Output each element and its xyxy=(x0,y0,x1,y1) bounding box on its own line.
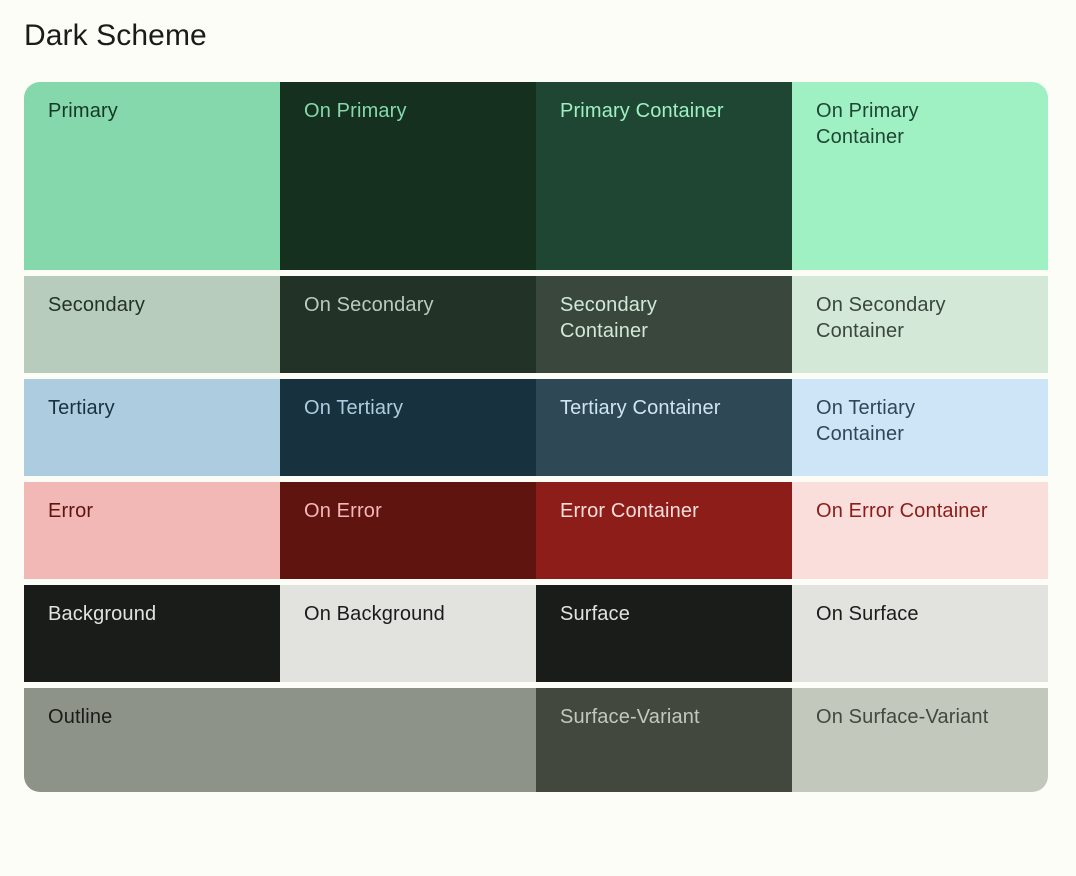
swatch-background[interactable]: Background xyxy=(24,585,280,682)
swatch-label: Tertiary Container xyxy=(560,397,721,419)
swatch-label: Secondary Container xyxy=(560,294,657,342)
scheme-row: Background On Background Surface On Surface xyxy=(24,585,1048,682)
swatch-tertiary-container[interactable]: Tertiary Container xyxy=(536,379,792,476)
swatch-on-primary[interactable]: On Primary xyxy=(280,82,536,270)
swatch-on-error[interactable]: On Error xyxy=(280,482,536,579)
swatch-label: On Primary xyxy=(304,100,407,122)
swatch-label: On Primary Container xyxy=(816,100,919,148)
swatch-surface[interactable]: Surface xyxy=(536,585,792,682)
swatch-on-tertiary-container[interactable]: On Tertiary Container xyxy=(792,379,1048,476)
swatch-label: On Surface-Variant xyxy=(816,706,989,728)
swatch-label: On Secondary xyxy=(304,294,434,316)
swatch-label: On Error Container xyxy=(816,500,988,522)
swatch-label: Surface xyxy=(560,603,630,625)
swatch-label: Secondary xyxy=(48,294,145,316)
scheme-row: Tertiary On Tertiary Tertiary Container On … xyxy=(24,379,1048,476)
swatch-label: Primary xyxy=(48,100,118,122)
swatch-label: Tertiary xyxy=(48,397,115,419)
swatch-label: Surface-Variant xyxy=(560,706,700,728)
swatch-label: Background xyxy=(48,603,157,625)
swatch-label: On Error xyxy=(304,500,382,522)
swatch-on-secondary-container[interactable]: On Secondary Container xyxy=(792,276,1048,373)
color-scheme-page: Dark Scheme Primary On Primary Primary Con… xyxy=(0,0,1076,876)
swatch-on-primary-container[interactable]: On Primary Container xyxy=(792,82,1048,270)
swatch-label: On Surface xyxy=(816,603,919,625)
swatch-label: On Background xyxy=(304,603,445,625)
color-scheme-card: Primary On Primary Primary Container On Pri… xyxy=(24,82,1048,792)
swatch-error[interactable]: Error xyxy=(24,482,280,579)
scheme-row: Outline Surface-Variant On Surface-Variant xyxy=(24,688,1048,792)
swatch-on-background[interactable]: On Background xyxy=(280,585,536,682)
swatch-outline[interactable]: Outline xyxy=(24,688,536,792)
swatch-label: On Secondary Container xyxy=(816,294,946,342)
scheme-row: Secondary On Secondary Secondary Container… xyxy=(24,276,1048,373)
swatch-secondary[interactable]: Secondary xyxy=(24,276,280,373)
swatch-label: On Tertiary Container xyxy=(816,397,916,445)
swatch-label: Error xyxy=(48,500,94,522)
swatch-primary-container[interactable]: Primary Container xyxy=(536,82,792,270)
scheme-row: Error On Error Error Container On Error Con… xyxy=(24,482,1048,579)
swatch-surface-variant[interactable]: Surface-Variant xyxy=(536,688,792,792)
swatch-primary[interactable]: Primary xyxy=(24,82,280,270)
swatch-label: On Tertiary xyxy=(304,397,404,419)
swatch-error-container[interactable]: Error Container xyxy=(536,482,792,579)
page-title: Dark Scheme xyxy=(24,19,207,52)
swatch-label: Error Container xyxy=(560,500,699,522)
swatch-label: Outline xyxy=(48,706,113,728)
swatch-tertiary[interactable]: Tertiary xyxy=(24,379,280,476)
swatch-label: Primary Container xyxy=(560,100,724,122)
swatch-on-error-container[interactable]: On Error Container xyxy=(792,482,1048,579)
swatch-on-surface-variant[interactable]: On Surface-Variant xyxy=(792,688,1048,792)
swatch-on-tertiary[interactable]: On Tertiary xyxy=(280,379,536,476)
scheme-row: Primary On Primary Primary Container On Pri… xyxy=(24,82,1048,270)
swatch-secondary-container[interactable]: Secondary Container xyxy=(536,276,792,373)
swatch-on-surface[interactable]: On Surface xyxy=(792,585,1048,682)
swatch-on-secondary[interactable]: On Secondary xyxy=(280,276,536,373)
